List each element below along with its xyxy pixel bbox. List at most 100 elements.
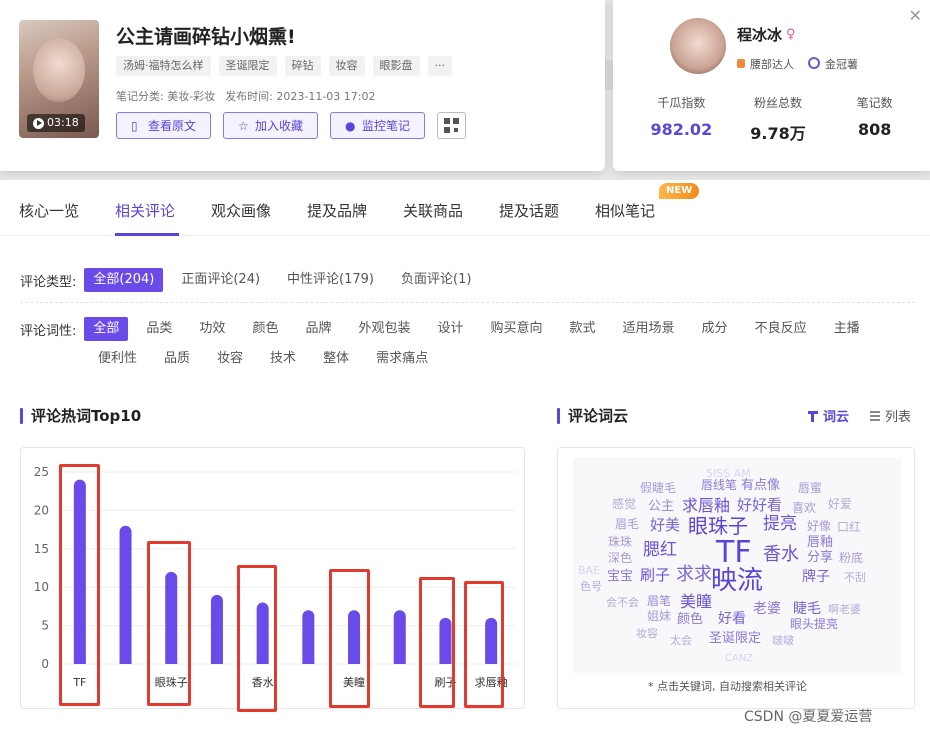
cloud-word[interactable]: 映流 (711, 568, 763, 594)
cloud-view-toggle[interactable]: 词云 (808, 406, 849, 425)
tab-products[interactable]: 关联商品 (403, 200, 463, 221)
cloud-word[interactable]: 宝宝 (607, 570, 633, 583)
cloud-word[interactable]: 老婆 (753, 602, 781, 616)
filter-chip[interactable]: 整体 (314, 347, 358, 371)
filter-chip[interactable]: 品类 (137, 317, 181, 341)
tab-comments[interactable]: 相关评论 (115, 200, 175, 221)
cloud-word[interactable]: 色号 (580, 581, 602, 592)
note-tag[interactable]: 妆容 (328, 56, 365, 76)
cloud-word[interactable]: 唇线笔 (701, 479, 737, 491)
cloud-word[interactable]: 好美 (650, 518, 680, 533)
cloud-word[interactable]: 妆容 (636, 628, 658, 639)
cloud-word[interactable]: 不刮 (844, 572, 866, 583)
filter-chip[interactable]: 外观包装 (349, 317, 419, 341)
cloud-word[interactable]: 分享 (807, 551, 833, 564)
annotation-box (329, 569, 370, 708)
filter-chip[interactable]: 颜色 (243, 317, 287, 341)
cloud-word[interactable]: 公主 (648, 500, 674, 513)
cloud-word[interactable]: 口红 (837, 521, 861, 533)
cloud-word[interactable]: 眉笔 (647, 595, 671, 607)
filter-chip[interactable]: 设计 (428, 317, 472, 341)
cloud-word[interactable]: 姐妹 (647, 610, 671, 622)
cloud-word[interactable]: 太会 (670, 635, 692, 646)
filter-chip[interactable]: 便利性 (89, 347, 146, 371)
filter-chip-positive[interactable]: 正面评论(24) (172, 268, 269, 292)
filter-chip[interactable]: 全部 (84, 317, 129, 341)
cloud-word[interactable]: 好看 (718, 612, 746, 626)
new-badge: NEW (659, 183, 700, 199)
user-card: ✕ 程冰冰 ♀ 腰部达人 金冠薯 千瓜指数 982.02 粉丝总数 9.78万 笔记数… (613, 0, 930, 171)
filter-chip[interactable]: 主播 (825, 317, 869, 341)
monitor-note-button[interactable]: ● 监控笔记 (330, 112, 426, 139)
cloud-word[interactable]: 求唇釉 (682, 498, 730, 514)
filter-chip[interactable]: 品质 (155, 347, 199, 371)
note-tag[interactable]: 眼影盘 (372, 56, 420, 76)
filter-chip[interactable]: 不良反应 (746, 317, 816, 341)
cloud-word[interactable]: 提亮 (763, 516, 797, 533)
cloud-word[interactable]: 唇釉 (807, 536, 833, 549)
note-thumbnail[interactable]: 03:18 (19, 20, 99, 138)
filter-chip[interactable]: 需求痛点 (367, 347, 437, 371)
cloud-word[interactable]: 刷子 (640, 568, 670, 583)
filter-chip[interactable]: 技术 (261, 347, 305, 371)
filter-chip-negative[interactable]: 负面评论(1) (392, 268, 480, 292)
cloud-word[interactable]: TF (716, 538, 752, 568)
tab-similar-notes[interactable]: 相似笔记 (595, 200, 655, 221)
filter-chip[interactable]: 适用场景 (614, 317, 684, 341)
tab-topics[interactable]: 提及话题 (499, 200, 559, 221)
note-tag[interactable]: 圣诞限定 (218, 56, 277, 76)
cloud-word[interactable]: 圣诞限定 (709, 632, 761, 645)
cloud-word[interactable]: 有点像 (741, 479, 780, 492)
divider (20, 302, 915, 303)
filter-chip[interactable]: 成分 (693, 317, 737, 341)
cloud-word[interactable]: 腮红 (643, 542, 677, 559)
user-name[interactable]: 程冰冰 (737, 24, 782, 45)
cloud-word[interactable]: CANZ (725, 654, 753, 664)
cloud-word[interactable]: 好爱 (828, 498, 852, 510)
cloud-word[interactable]: 深色 (608, 552, 632, 564)
cloud-word[interactable]: 啵啵 (772, 635, 794, 646)
cloud-word[interactable]: 粉底 (839, 552, 863, 564)
tab-brands[interactable]: 提及品牌 (307, 200, 367, 221)
cloud-word[interactable]: 眼珠子 (688, 516, 748, 536)
note-tag[interactable]: 碎钻 (284, 56, 321, 76)
cloud-word[interactable]: 牌子 (802, 570, 830, 584)
filter-chip-neutral[interactable]: 中性评论(179) (278, 268, 383, 292)
cloud-word[interactable]: 会不会 (606, 597, 639, 608)
list-view-toggle[interactable]: 列表 (870, 406, 911, 425)
filter-chip-all[interactable]: 全部(204) (84, 268, 164, 292)
cloud-word[interactable]: 好像 (807, 520, 831, 532)
active-tab-indicator (115, 233, 179, 236)
cloud-word[interactable]: 感觉 (612, 498, 636, 510)
cloud-word[interactable]: 假睫毛 (640, 482, 676, 494)
word-cloud-panel: 5ISS AM 假睫毛 唇线笔 有点像 唇蜜 感觉 公主 求唇釉 好好看 喜欢 好爱 眉毛 好美 眼珠子提… (557, 447, 915, 709)
more-tags-button[interactable]: ··· (427, 56, 452, 76)
avatar[interactable] (670, 18, 726, 74)
cloud-word[interactable]: 美瞳 (680, 594, 712, 610)
filter-chip[interactable]: 功效 (190, 317, 234, 341)
tab-audience[interactable]: 观众画像 (211, 200, 271, 221)
tab-overview[interactable]: 核心一览 (19, 200, 79, 221)
filter-chip[interactable]: 品牌 (296, 317, 340, 341)
filter-chip[interactable]: 购买意向 (482, 317, 552, 341)
close-icon[interactable]: ✕ (909, 8, 922, 24)
cloud-word[interactable]: 眉毛 (615, 518, 639, 530)
cloud-word[interactable]: 珠珠 (608, 536, 632, 548)
cloud-word[interactable]: 唇蜜 (798, 482, 822, 494)
view-original-button[interactable]: ▯ 查看原文 (116, 112, 212, 139)
filter-chip[interactable]: 款式 (561, 317, 605, 341)
cloud-word[interactable]: 眼头提亮 (790, 618, 838, 630)
cloud-word[interactable]: 求求 (676, 566, 712, 584)
cloud-word[interactable]: BAE (578, 565, 600, 576)
qr-code-button[interactable] (437, 112, 467, 139)
cloud-word[interactable]: 好好看 (737, 498, 782, 513)
note-tag[interactable]: 汤姆·福特怎么样 (116, 56, 211, 76)
cloud-word[interactable]: 睫毛 (793, 602, 821, 616)
cloud-word[interactable]: 颜色 (677, 613, 703, 626)
note-meta: 笔记分类: 美妆-彩妆 发布时间: 2023-11-03 17:02 (116, 88, 386, 104)
cloud-word[interactable]: 啊老婆 (828, 604, 861, 615)
filter-chip[interactable]: 妆容 (208, 347, 252, 371)
cloud-word[interactable]: 喜欢 (792, 502, 816, 514)
add-favorite-button[interactable]: ☆ 加入收藏 (223, 112, 319, 139)
cloud-word[interactable]: 香水 (763, 546, 799, 564)
